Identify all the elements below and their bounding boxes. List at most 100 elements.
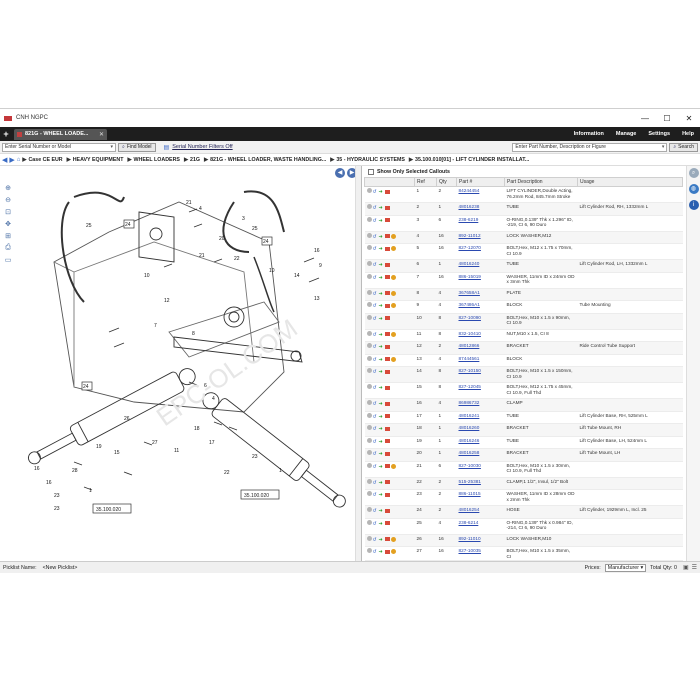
select-icon[interactable]	[366, 302, 372, 307]
menu-settings[interactable]: Settings	[648, 131, 670, 137]
flag-icon[interactable]	[384, 537, 390, 542]
callout[interactable]: 8	[192, 331, 195, 337]
crumb-0[interactable]: ▶ Case CE EUR	[22, 157, 62, 163]
cart-add-icon[interactable]: ↺	[373, 439, 378, 445]
print-icon[interactable]: ⎙	[2, 244, 14, 256]
table-row[interactable]: ↺ ➜ 4 16 892-11012 LOCK WASHER,M12	[364, 231, 683, 244]
callout[interactable]: 1	[279, 468, 282, 474]
forward-icon[interactable]: ▶	[9, 156, 14, 164]
add-icon[interactable]: ➜	[379, 291, 384, 298]
cart-add-icon[interactable]: ↺	[373, 480, 378, 486]
add-icon[interactable]: ➜	[379, 549, 384, 556]
select-icon[interactable]	[366, 519, 372, 525]
cell-part-link[interactable]: 892-11010	[456, 534, 505, 547]
chevron-down-icon[interactable]: ▾	[110, 144, 113, 150]
cell-part-link[interactable]: 827-10090	[456, 313, 505, 330]
cart-add-icon[interactable]: ↺	[373, 234, 378, 240]
table-row[interactable]: ↺ ➜ 17 1 48016241 TUBE Lift Cylinder Base, RH,…	[364, 411, 683, 424]
flag-icon[interactable]	[384, 439, 390, 444]
kit-icon[interactable]	[390, 290, 396, 296]
flag-icon[interactable]	[384, 521, 390, 526]
callout[interactable]: 13	[314, 296, 320, 302]
add-icon[interactable]: ➜	[379, 492, 384, 499]
home-icon[interactable]: ⌂	[17, 157, 21, 163]
callout[interactable]: 17	[209, 440, 215, 446]
diagram-pane[interactable]: ⊕ ⊖ ⊡ ✥ ⊞ ⎙ ▭ ◀ ▶ EPC-OL.COM 35.100.020 …	[0, 166, 362, 561]
callout[interactable]: 4	[199, 206, 202, 212]
select-icon[interactable]	[366, 216, 372, 222]
flag-icon[interactable]	[384, 275, 390, 280]
pan-icon[interactable]: ✥	[2, 220, 14, 232]
kit-icon[interactable]	[390, 536, 396, 542]
part-search-input[interactable]: Enter Part Number, Description or Figure…	[512, 142, 668, 152]
cart-add-icon[interactable]: ↺	[373, 401, 378, 407]
cell-part-link[interactable]: 48016260	[456, 423, 505, 437]
flag-icon[interactable]	[384, 344, 390, 349]
flag-icon[interactable]	[384, 451, 390, 456]
add-icon[interactable]: ➜	[379, 480, 384, 487]
table-row[interactable]: ↺ ➜ 2 1 48016238 TUBE Lift Cylinder Rod, RH, 1…	[364, 202, 683, 216]
flag-icon[interactable]	[384, 246, 390, 251]
table-row[interactable]: ↺ ➜ 6 1 48016240 TUBE Lift Cylinder Rod, LH, 1…	[364, 259, 683, 273]
flag-icon[interactable]	[384, 385, 390, 390]
kit-icon[interactable]	[390, 356, 396, 362]
callout[interactable]: 27	[152, 440, 158, 446]
flag-icon[interactable]	[384, 332, 390, 337]
cart-add-icon[interactable]: ↺	[373, 492, 378, 498]
ref-box[interactable]: 35.100.020	[244, 493, 269, 499]
table-row[interactable]: ↺ ➜ 1 2 84244454 LIFT CYLINDER,Double Acting,…	[364, 186, 683, 203]
select-icon[interactable]	[366, 330, 372, 336]
diagram-scrollbar[interactable]	[355, 166, 361, 561]
col-ref[interactable]: Ref	[414, 177, 437, 187]
flag-icon[interactable]	[384, 426, 390, 431]
kit-icon[interactable]	[390, 463, 396, 469]
callout[interactable]: 14	[294, 273, 300, 279]
callout[interactable]: 19	[96, 444, 102, 450]
cell-part-link[interactable]: 827-10035	[456, 546, 505, 562]
add-icon[interactable]: ➜	[379, 344, 384, 351]
add-icon[interactable]: ➜	[379, 369, 384, 376]
table-row[interactable]: ↺ ➜ 21 6 827-10030 BOLT,Hex, M10 x 1.5 x 30mm…	[364, 461, 683, 478]
callout[interactable]: 1	[89, 488, 92, 494]
add-icon[interactable]: ➜	[379, 303, 384, 310]
col-usage[interactable]: Usage	[577, 177, 683, 187]
table-row[interactable]: ↺ ➜ 22 2 515-25381 CLAMP,1 1/2", Insul, 1/2" …	[364, 477, 683, 490]
cell-part-link[interactable]: 48016240	[456, 259, 505, 273]
table-row[interactable]: ↺ ➜ 20 1 48016258 BRACKET Lift Tube Mount, LH	[364, 448, 683, 462]
cart-add-icon[interactable]: ↺	[373, 246, 378, 252]
add-icon[interactable]: ➜	[379, 234, 384, 241]
add-icon[interactable]: ➜	[379, 439, 384, 446]
table-row[interactable]: ↺ ➜ 18 1 48016260 BRACKET Lift Tube Mount, RH	[364, 423, 683, 437]
select-icon[interactable]	[366, 368, 372, 373]
cart-add-icon[interactable]: ↺	[373, 537, 378, 543]
cart-add-icon[interactable]: ↺	[373, 369, 378, 375]
add-icon[interactable]: ➜	[379, 401, 384, 408]
callout[interactable]: 3	[242, 216, 245, 222]
flag-icon[interactable]	[384, 205, 390, 210]
table-row[interactable]: ↺ ➜ 7 16 886-15019 WASHER, 11mm ID x 24mm OD …	[364, 272, 683, 289]
tab-wheel-loader[interactable]: 821G - WHEEL LOADE... ✕	[14, 128, 108, 140]
cart-add-icon[interactable]: ↺	[373, 275, 378, 281]
callout[interactable]: 10	[144, 273, 150, 279]
exploded-diagram[interactable]: EPC-OL.COM 35.100.020 35.100.020 24 24 2…	[14, 172, 360, 557]
cell-part-link[interactable]: 48016254	[456, 505, 505, 519]
flag-icon[interactable]	[384, 303, 390, 308]
cart-add-icon[interactable]: ↺	[373, 262, 378, 268]
select-icon[interactable]	[366, 355, 372, 361]
prices-select[interactable]: Manufacturer ▾	[604, 563, 647, 572]
cell-part-link[interactable]: 886-15019	[456, 272, 505, 289]
cell-part-link[interactable]: 892-11012	[456, 231, 505, 244]
add-icon[interactable]: ➜	[379, 508, 384, 515]
col-desc[interactable]: Part Description	[504, 177, 578, 187]
table-row[interactable]: ↺ ➜ 8 4 367658A1 PLATE	[364, 288, 683, 301]
ref-box[interactable]: 24	[263, 239, 269, 245]
cell-part-link[interactable]: 87444561	[456, 354, 505, 367]
add-icon[interactable]: ➜	[379, 426, 384, 433]
cell-part-link[interactable]: 48012866	[456, 341, 505, 355]
flag-icon[interactable]	[384, 480, 390, 485]
callout[interactable]: 23	[252, 454, 258, 460]
select-icon[interactable]	[366, 478, 372, 484]
callout[interactable]: 22	[234, 256, 240, 262]
cart-add-icon[interactable]: ↺	[373, 508, 378, 514]
zoom-box-icon[interactable]: ⊞	[2, 232, 14, 244]
